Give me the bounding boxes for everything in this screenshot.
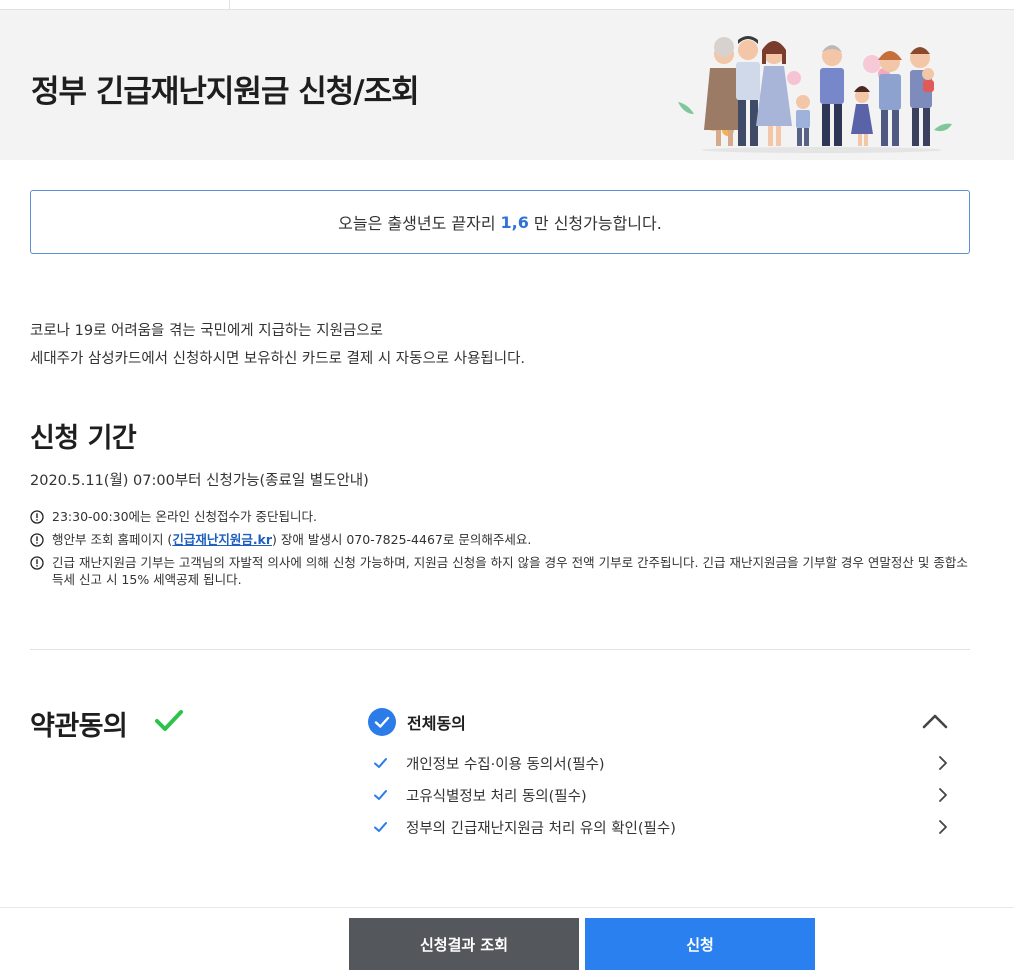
term-item-government-notice[interactable]: 정부의 긴급재난지원금 처리 유의 확인(필수) [373, 814, 948, 840]
notice-birth-year-digits: 1,6 [500, 212, 529, 232]
check-icon [374, 758, 387, 768]
application-period-date: 2020.5.11(월) 07:00부터 신청가능(종료일 별도안내) [30, 473, 369, 489]
exclamation-circle-icon [30, 533, 44, 547]
support-site-link[interactable]: 긴급재난지원금.kr [172, 532, 272, 547]
period-notes-list: 23:30-00:30에는 온라인 신청접수가 중단됩니다. 행안부 조회 홈페… [30, 508, 970, 594]
exclamation-circle-icon [30, 510, 44, 524]
agree-all-label: 전체동의 [407, 714, 466, 733]
term-item-unique-id[interactable]: 고유식별정보 처리 동의(필수) [373, 782, 948, 808]
top-nav-bar [0, 0, 1014, 10]
check-icon [374, 790, 387, 800]
term-item-personal-info[interactable]: 개인정보 수집·이용 동의서(필수) [373, 750, 948, 776]
note-text: 23:30-00:30에는 온라인 신청접수가 중단됩니다. [52, 509, 317, 524]
chevron-right-icon[interactable] [938, 819, 948, 835]
footer-action-bar: 신청결과 조회 신청 [0, 907, 1014, 976]
hero-banner: 정부 긴급재난지원금 신청/조회 [0, 10, 1014, 160]
terms-agreement-title: 약관동의 [30, 711, 128, 742]
check-icon [374, 822, 387, 832]
check-mark-icon [155, 710, 183, 731]
apply-button[interactable]: 신청 [585, 918, 815, 970]
term-item-label: 고유식별정보 처리 동의(필수) [406, 788, 587, 805]
notice-text-after: 만 신청가능합니다. [533, 214, 662, 233]
intro-description: 코로나 19로 어려움을 겪는 국민에게 지급하는 지원금으로 세대주가 삼성카… [30, 317, 525, 373]
intro-line-1: 코로나 19로 어려움을 겪는 국민에게 지급하는 지원금으로 [30, 323, 383, 339]
term-item-label: 정부의 긴급재난지원금 처리 유의 확인(필수) [406, 820, 676, 837]
note-text: 행안부 조회 홈페이지 (긴급재난지원금.kr) 장애 발생시 070-7825… [52, 531, 531, 548]
note-text-before: 행안부 조회 홈페이지 ( [52, 532, 173, 547]
exclamation-circle-icon [30, 556, 44, 570]
term-item-label: 개인정보 수집·이용 동의서(필수) [406, 756, 605, 773]
family-illustration [678, 36, 952, 153]
page-title: 정부 긴급재난지원금 신청/조회 [31, 66, 420, 111]
top-nav-divider [229, 0, 230, 10]
checked-circle-icon [368, 708, 396, 736]
page-title-prefix: 정부 긴급재난지원금 [31, 74, 299, 110]
daily-eligibility-notice: 오늘은 출생년도 끝자리 1,6 만 신청가능합니다. [30, 190, 970, 254]
check-result-button[interactable]: 신청결과 조회 [349, 918, 579, 970]
section-divider [30, 649, 970, 650]
agree-all-toggle[interactable]: 전체동의 [368, 706, 968, 738]
chevron-right-icon[interactable] [938, 787, 948, 803]
chevron-right-icon[interactable] [938, 755, 948, 771]
notice-text-before: 오늘은 출생년도 끝자리 [338, 214, 496, 233]
note-text-after: ) 장애 발생시 070-7825-4467로 문의해주세요. [272, 532, 532, 547]
list-item: 행안부 조회 홈페이지 (긴급재난지원금.kr) 장애 발생시 070-7825… [30, 531, 970, 548]
page-title-bold: 신청/조회 [298, 74, 419, 110]
chevron-up-icon[interactable] [920, 708, 950, 734]
list-item: 23:30-00:30에는 온라인 신청접수가 중단됩니다. [30, 508, 970, 525]
list-item: 긴급 재난지원금 기부는 고객님의 자발적 의사에 의해 신청 가능하며, 지원… [30, 554, 970, 588]
note-text: 긴급 재난지원금 기부는 고객님의 자발적 의사에 의해 신청 가능하며, 지원… [52, 555, 968, 587]
application-period-title: 신청 기간 [30, 423, 137, 454]
intro-line-2: 세대주가 삼성카드에서 신청하시면 보유하신 카드로 결제 시 자동으로 사용됩… [30, 351, 526, 367]
